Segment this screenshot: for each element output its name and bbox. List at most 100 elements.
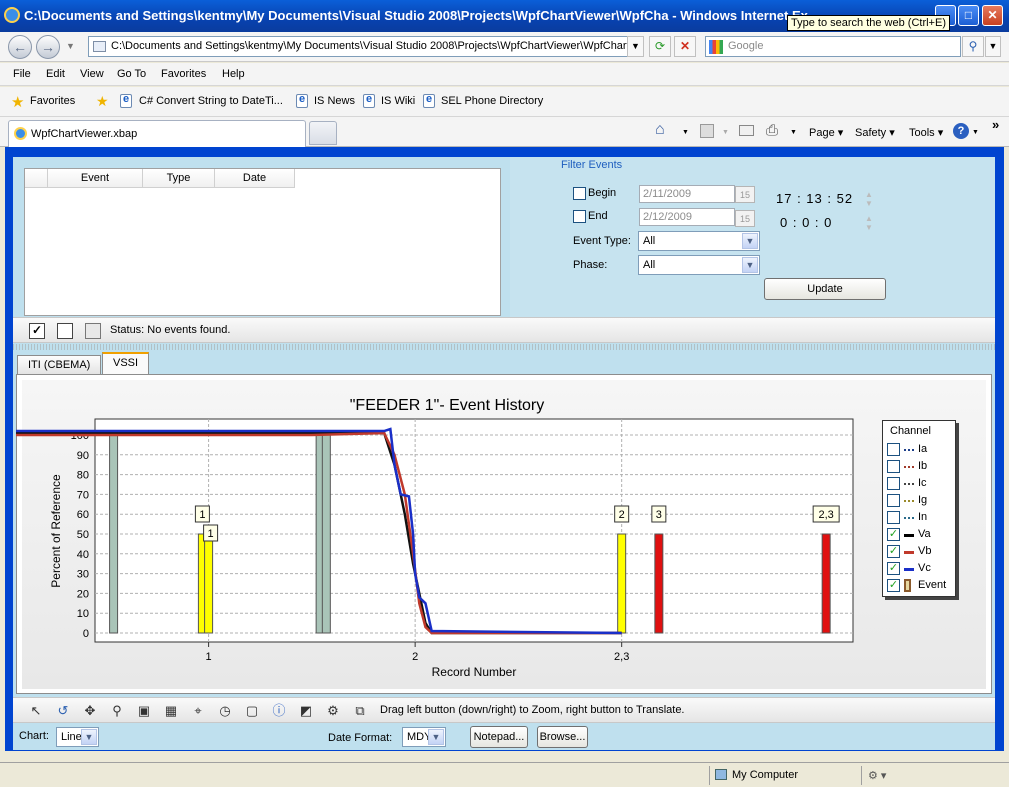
print-dropdown-icon[interactable]: ▼: [790, 129, 797, 136]
zoom-box-icon[interactable]: ▣: [135, 702, 153, 720]
legend-item[interactable]: Ia: [887, 442, 957, 458]
info-icon[interactable]: ⓘ: [270, 702, 288, 720]
pan-icon[interactable]: ✥: [81, 702, 99, 720]
more-commands-icon[interactable]: »: [992, 117, 999, 132]
legend-checkbox[interactable]: [887, 494, 900, 507]
events-col-event[interactable]: Event: [48, 169, 143, 188]
menu-help[interactable]: Help: [222, 68, 245, 80]
maximize-button[interactable]: □: [958, 5, 979, 26]
forward-button[interactable]: →: [36, 35, 60, 59]
events-col-type[interactable]: Type: [143, 169, 215, 188]
legend-item[interactable]: Ig: [887, 493, 957, 509]
reset-icon[interactable]: ↺: [54, 702, 72, 720]
legend-item[interactable]: Ib: [887, 459, 957, 475]
begin-time[interactable]: 17 : 13 : 52: [776, 191, 853, 206]
legend-item[interactable]: In: [887, 510, 957, 526]
legend-checkbox[interactable]: [887, 460, 900, 473]
fav-link-is-news[interactable]: IS News: [314, 95, 355, 107]
phase-select[interactable]: All ▼: [638, 255, 760, 275]
add-favorite-icon[interactable]: ★: [96, 93, 109, 110]
chart-icon[interactable]: ◩: [297, 702, 315, 720]
fav-link-is-wiki[interactable]: IS Wiki: [381, 95, 415, 107]
safety-menu[interactable]: Safety ▾: [855, 126, 895, 139]
legend-checkbox[interactable]: ✓: [887, 562, 900, 575]
chevron-down-icon[interactable]: ▼: [742, 233, 758, 249]
end-calendar-icon[interactable]: 15: [735, 210, 755, 227]
events-col-date[interactable]: Date: [215, 169, 295, 188]
clock-icon[interactable]: ◷: [216, 702, 234, 720]
menu-goto[interactable]: Go To: [117, 68, 146, 80]
legend-checkbox[interactable]: [887, 511, 900, 524]
home-icon[interactable]: ⌂: [655, 121, 665, 139]
fav-link-csharp[interactable]: C# Convert String to DateTi...: [139, 95, 283, 107]
feeds-dropdown-icon[interactable]: ▼: [722, 129, 729, 136]
copy-chart-icon[interactable]: ⧉: [351, 702, 369, 720]
date-format-select[interactable]: MDY ▼: [402, 727, 446, 747]
legend-item[interactable]: ✓ Event: [887, 578, 957, 594]
legend-checkbox[interactable]: ✓: [887, 545, 900, 558]
copy-icon[interactable]: [85, 323, 101, 339]
protected-mode-icon[interactable]: ⚙ ▾: [868, 770, 886, 782]
update-button[interactable]: Update: [764, 278, 886, 300]
history-dropdown-icon[interactable]: ▼: [66, 41, 75, 51]
chevron-down-icon[interactable]: ▼: [742, 257, 758, 273]
fav-link-sel-phone[interactable]: SEL Phone Directory: [441, 95, 543, 107]
print-icon[interactable]: ⎙: [766, 122, 778, 139]
legend-item[interactable]: ✓ Vb: [887, 544, 957, 560]
address-input[interactable]: C:\Documents and Settings\kentmy\My Docu…: [88, 36, 644, 57]
menu-favorites[interactable]: Favorites: [161, 68, 206, 80]
favorites-button[interactable]: Favorites: [30, 95, 75, 107]
menu-edit[interactable]: Edit: [46, 68, 65, 80]
begin-calendar-icon[interactable]: 15: [735, 186, 755, 203]
end-checkbox[interactable]: [573, 210, 586, 223]
zoom-cell[interactable]: ⚙ ▾: [861, 766, 1001, 785]
new-tab-button[interactable]: [309, 121, 337, 145]
chart-type-select[interactable]: Line ▼: [56, 727, 99, 747]
menu-view[interactable]: View: [80, 68, 104, 80]
begin-date-input[interactable]: 2/11/2009: [639, 185, 735, 203]
check-all-icon[interactable]: ✓: [29, 323, 45, 339]
vssi-chart[interactable]: 01020304050607080901001 2 2,3"FEEDER 1"- E…: [16, 374, 992, 694]
label-icon[interactable]: ▢: [243, 702, 261, 720]
legend-checkbox[interactable]: [887, 443, 900, 456]
help-dropdown-icon[interactable]: ▼: [972, 129, 979, 136]
settings-icon[interactable]: ⚙: [324, 702, 342, 720]
back-button[interactable]: ←: [8, 35, 32, 59]
legend-checkbox[interactable]: ✓: [887, 579, 900, 592]
help-icon[interactable]: ?: [953, 123, 969, 139]
home-dropdown-icon[interactable]: ▼: [682, 129, 689, 136]
page-menu[interactable]: Page ▾: [809, 126, 843, 139]
legend-item[interactable]: ✓ Vc: [887, 561, 957, 577]
browse-button[interactable]: Browse...: [537, 726, 588, 748]
chevron-down-icon[interactable]: ▼: [428, 729, 444, 745]
stop-icon[interactable]: ✕: [674, 36, 696, 57]
events-list[interactable]: Event Type Date: [24, 168, 501, 316]
close-button[interactable]: ✕: [982, 5, 1003, 26]
menu-file[interactable]: File: [13, 68, 31, 80]
end-date-input[interactable]: 2/12/2009: [639, 208, 735, 226]
notepad-button[interactable]: Notepad...: [470, 726, 528, 748]
mail-icon[interactable]: [739, 125, 754, 136]
search-options-icon[interactable]: ▼: [985, 36, 1001, 57]
browser-tab-active[interactable]: WpfChartViewer.xbap: [8, 120, 306, 147]
legend-item[interactable]: ✓ Va: [887, 527, 957, 543]
feeds-icon[interactable]: [700, 124, 714, 138]
begin-checkbox[interactable]: [573, 187, 586, 200]
tab-iti-cbema[interactable]: ITI (CBEMA): [17, 355, 102, 375]
legend-item[interactable]: Ic: [887, 476, 957, 492]
tab-vssi[interactable]: VSSI: [102, 352, 150, 375]
pointer-icon[interactable]: ↖: [27, 702, 45, 720]
chevron-down-icon[interactable]: ▼: [81, 729, 97, 745]
crosshair-icon[interactable]: ⌖: [189, 702, 207, 720]
search-icon[interactable]: ⚲: [962, 36, 984, 57]
zoom-fit-icon[interactable]: ▦: [162, 702, 180, 720]
search-input[interactable]: Google: [705, 36, 961, 57]
end-time-spinner-icon[interactable]: ▲ ▼: [862, 214, 876, 232]
address-dropdown-icon[interactable]: ▼: [627, 36, 644, 57]
zoom-icon[interactable]: ⚲: [108, 702, 126, 720]
uncheck-all-icon[interactable]: [57, 323, 73, 339]
legend-checkbox[interactable]: ✓: [887, 528, 900, 541]
refresh-icon[interactable]: ⟳: [649, 36, 671, 57]
legend-checkbox[interactable]: [887, 477, 900, 490]
tools-menu[interactable]: Tools ▾: [909, 126, 943, 139]
